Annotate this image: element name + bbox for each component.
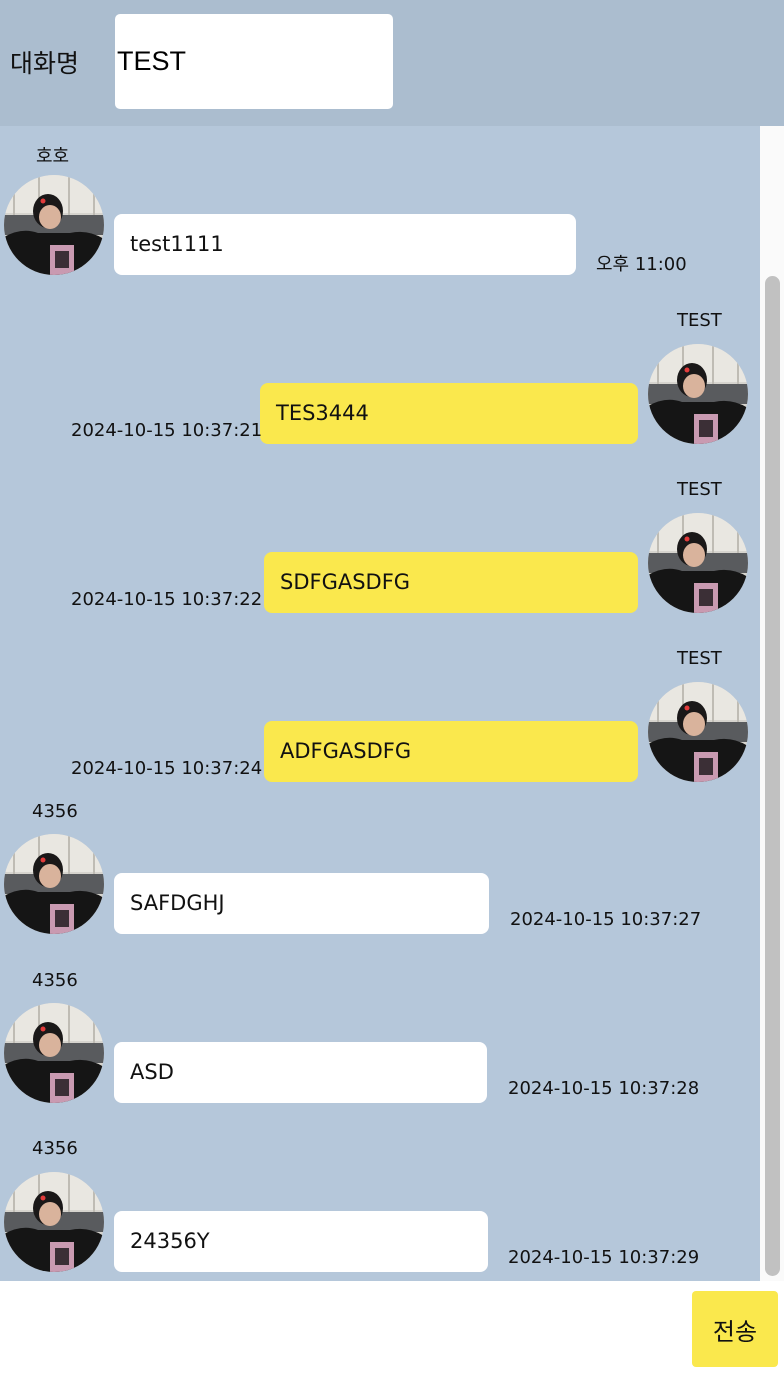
message-input[interactable] <box>0 1281 688 1374</box>
message-bubble: SAFDGHJ <box>114 873 489 934</box>
sender-name: TEST <box>677 310 722 331</box>
message-time: 2024-10-15 10:37:27 <box>510 909 702 930</box>
avatar[interactable] <box>648 344 748 444</box>
message-bubble: test1111 <box>114 214 576 275</box>
sender-name: TEST <box>677 648 722 669</box>
scrollbar[interactable] <box>760 126 784 1281</box>
message-bubble: ADFGASDFG <box>264 721 638 782</box>
sender-name: 4356 <box>32 1138 78 1159</box>
sender-name: 4356 <box>32 970 78 991</box>
message-bubble: 24356Y <box>114 1211 488 1272</box>
avatar[interactable] <box>4 1172 104 1272</box>
room-name-input[interactable] <box>115 14 393 109</box>
message-bubble: TES3444 <box>260 383 638 444</box>
message-bubble: SDFGASDFG <box>264 552 638 613</box>
avatar[interactable] <box>648 513 748 613</box>
scrollbar-thumb[interactable] <box>765 276 780 1276</box>
message-time: 2024-10-15 10:37:21 <box>71 420 263 441</box>
message-time: 2024-10-15 10:37:28 <box>508 1078 700 1099</box>
message-time: 2024-10-15 10:37:29 <box>508 1247 700 1268</box>
message-list: 호호 test1111 오후 11:00 TEST TES3444 2024-1… <box>0 126 760 1281</box>
sender-name: TEST <box>677 479 722 500</box>
sender-name: 호호 <box>36 146 70 167</box>
sender-name: 4356 <box>32 801 78 822</box>
avatar[interactable] <box>4 1003 104 1103</box>
chat-header: 대화명 <box>0 0 784 126</box>
avatar[interactable] <box>648 682 748 782</box>
message-composer: 전송 <box>0 1281 784 1374</box>
message-time: 2024-10-15 10:37:24 <box>71 758 263 779</box>
message-time: 오후 11:00 <box>596 254 687 275</box>
message-time: 2024-10-15 10:37:22 <box>71 589 263 610</box>
avatar[interactable] <box>4 175 104 275</box>
avatar[interactable] <box>4 834 104 934</box>
send-button[interactable]: 전송 <box>692 1291 778 1367</box>
message-bubble: ASD <box>114 1042 487 1103</box>
room-name-label: 대화명 <box>10 49 80 78</box>
